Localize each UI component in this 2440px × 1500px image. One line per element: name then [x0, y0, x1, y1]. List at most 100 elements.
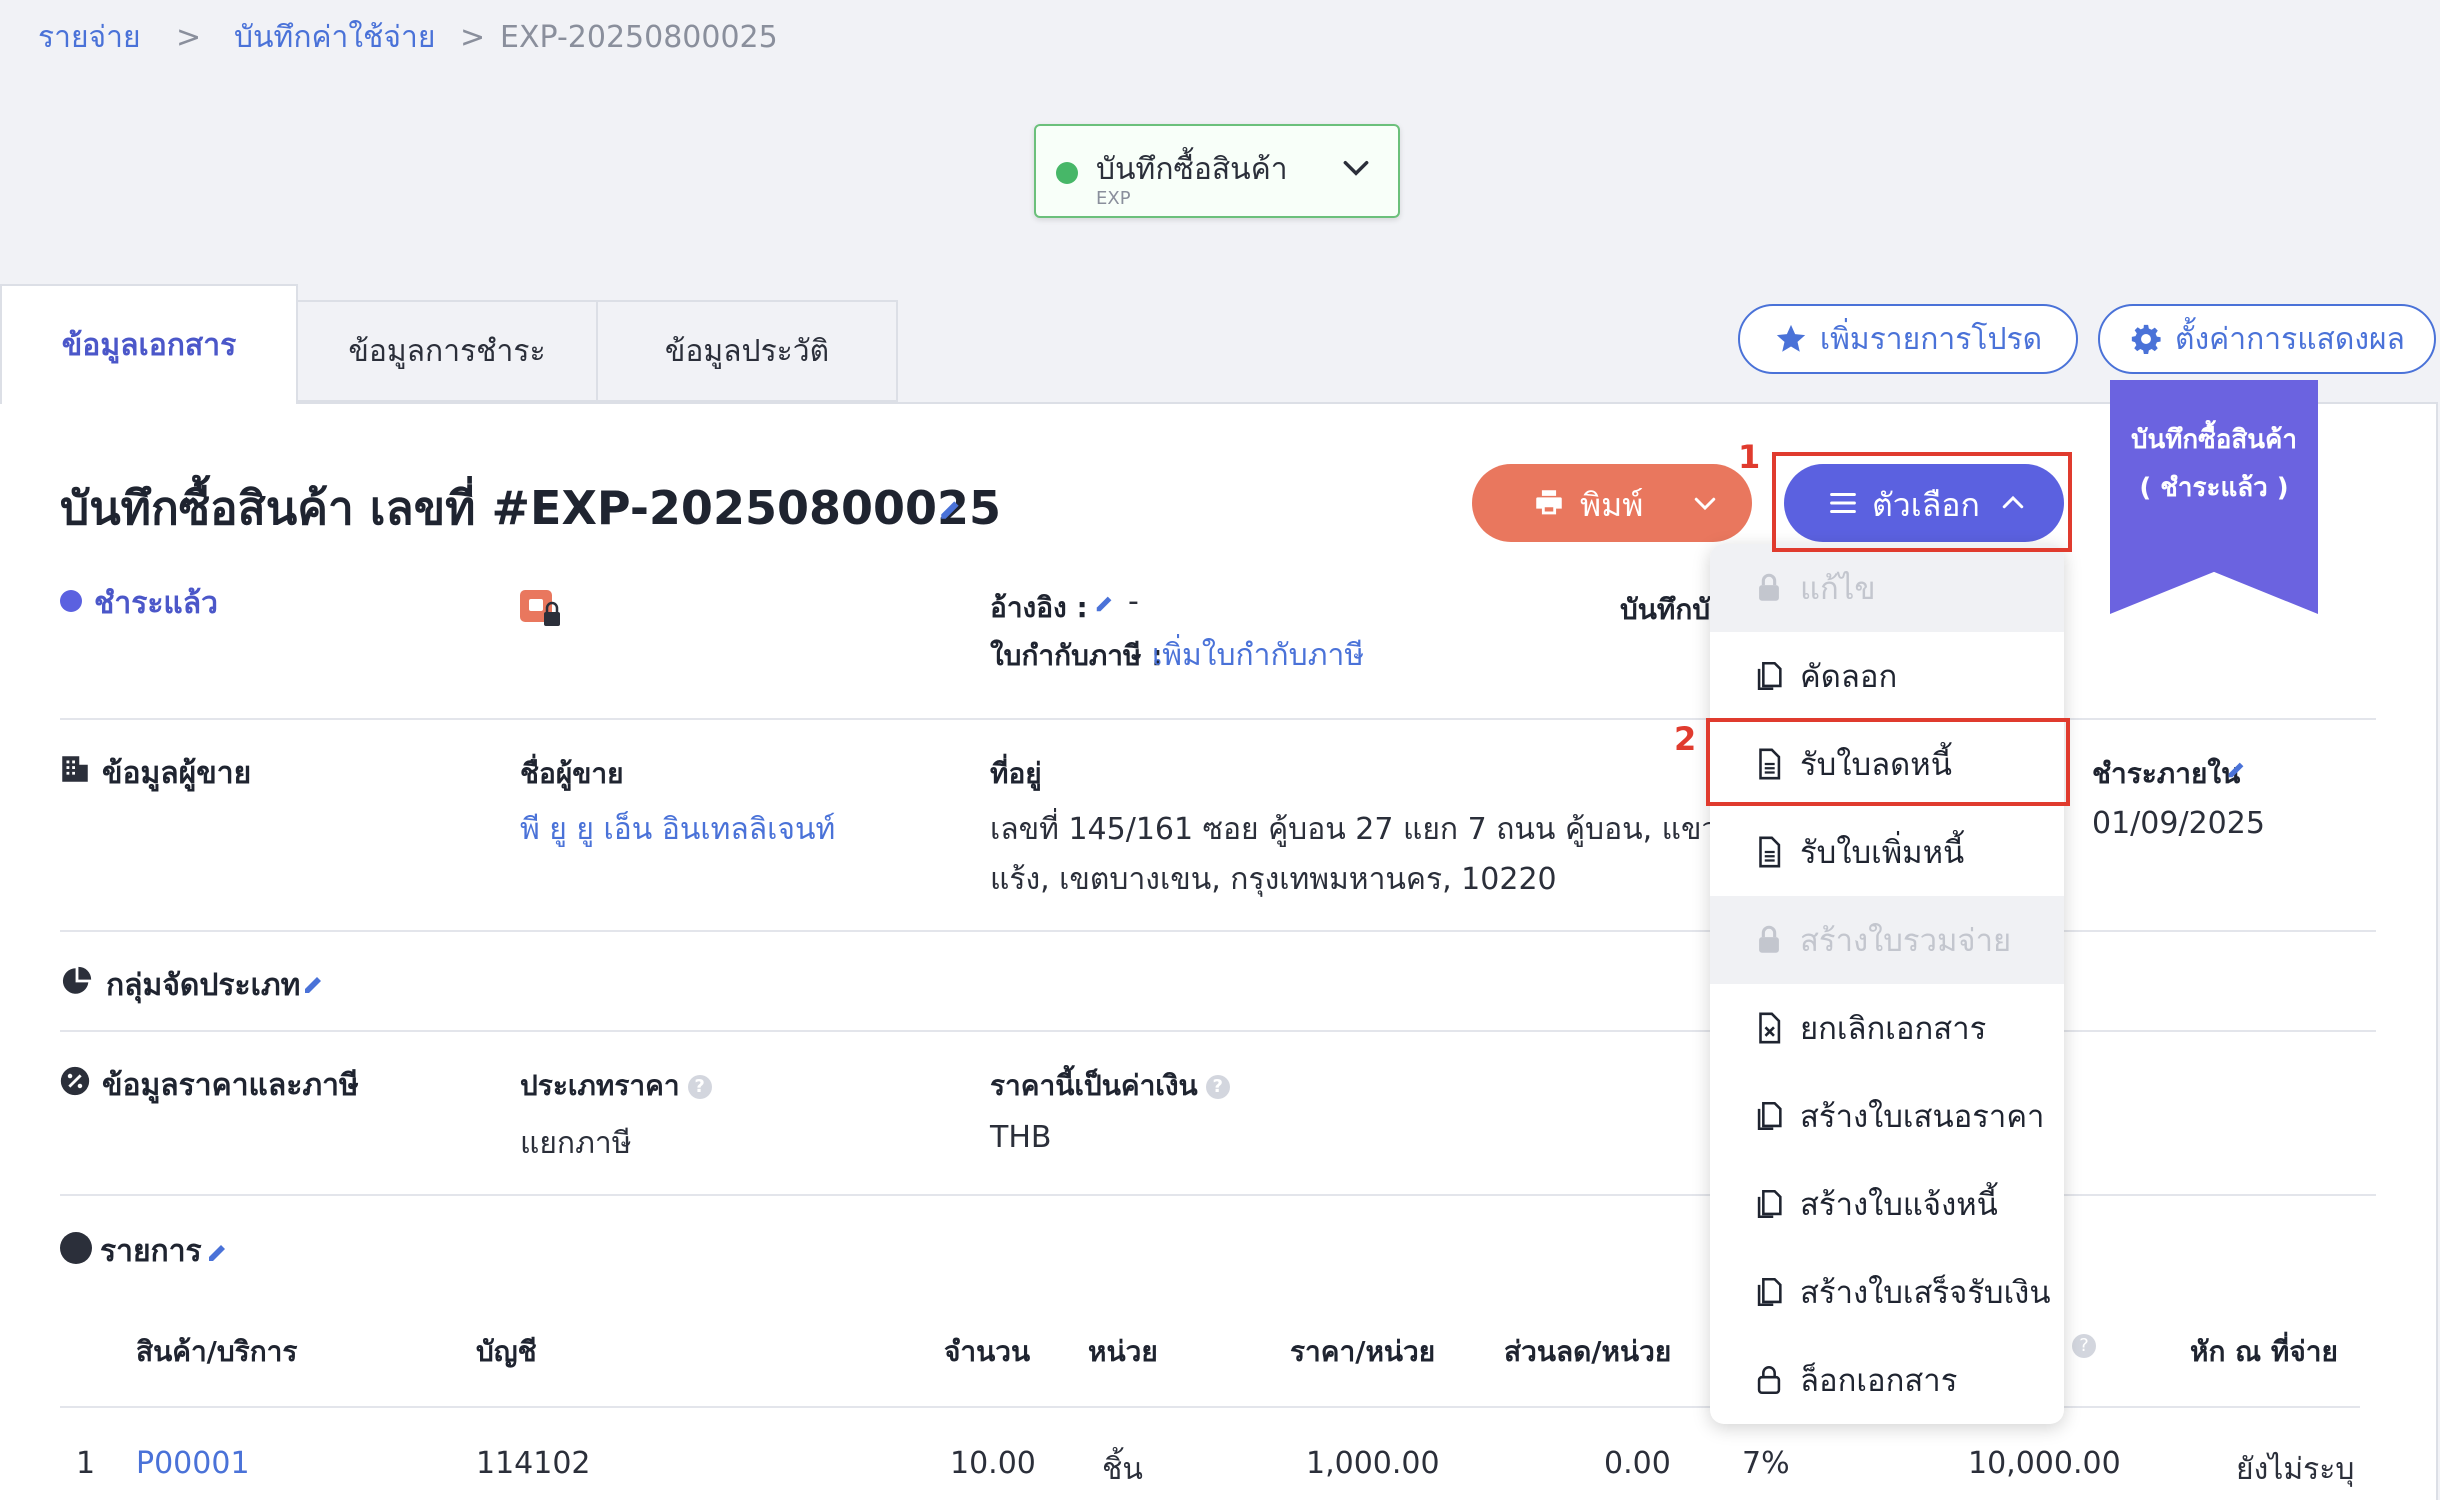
add-tax-invoice-link[interactable]: เพิ่มใบกำกับภาษี [1152, 632, 1364, 679]
ribbon-status: ( ชำระแล้ว ) [2139, 473, 2289, 503]
menu-item-create-receipt[interactable]: สร้างใบเสร็จรับเงิน [1710, 1248, 2064, 1336]
star-icon [1776, 324, 1806, 352]
address-label: ที่อยู่ [990, 757, 1042, 790]
help-icon[interactable]: ? [687, 1075, 712, 1099]
column-header-withholding-tax: หัก ณ ที่จ่าย [2190, 1335, 2338, 1368]
menu-item-lock-document[interactable]: ล็อกเอกสาร [1710, 1336, 2064, 1424]
price-type-value: แยกภาษี [520, 1126, 632, 1161]
unit-price-value: 1,000.00 [1306, 1446, 1440, 1481]
vendor-name-label: ชื่อผู้ขาย [520, 757, 624, 790]
tab-history-info[interactable]: ข้อมูลประวัติ [596, 300, 898, 402]
price-type-label: ประเภทราคา? [520, 1064, 712, 1108]
edit-pencil-icon[interactable] [2226, 758, 2248, 780]
ribbon-title: บันทึกซื้อสินค้า [2130, 425, 2298, 455]
tab-label: ข้อมูลเอกสาร [61, 327, 237, 363]
content-panel [0, 402, 2438, 1500]
display-settings-label: ตั้งค่าการแสดงผล [2175, 321, 2405, 357]
edit-pencil-icon[interactable] [206, 1240, 230, 1264]
add-favorite-label: เพิ่มรายการโปรด [1819, 321, 2043, 357]
document-type-code: EXP [1096, 188, 1131, 209]
printer-icon [1536, 490, 1562, 515]
vendor-name-link[interactable]: พี ยู ยู เอ็น อินเทลลิเจนท์ [520, 806, 835, 853]
annotation-box-credit-note [1706, 718, 2070, 806]
tax-invoice-label: ใบกำกับภาษี : [990, 639, 1163, 672]
column-header-quantity: จำนวน [944, 1335, 1031, 1368]
gear-icon [2131, 324, 2161, 355]
currency-label: ราคานี้เป็นค่าเงิน? [990, 1064, 1230, 1108]
copy-icon [1757, 1277, 1782, 1307]
chevron-down-icon[interactable] [1690, 488, 1720, 518]
reference-label: อ้างอิง : [990, 591, 1088, 624]
withholding-tax-value: ยังไม่ระบุ [2236, 1452, 2355, 1487]
help-icon[interactable]: ? [1205, 1075, 1230, 1099]
annotation-number-1: 1 [1738, 438, 1761, 476]
discount-value: 0.00 [1604, 1446, 1671, 1481]
percent-badge-icon [60, 1066, 90, 1096]
breadcrumb-separator: > [176, 20, 202, 55]
items-section-title: รายการ [100, 1234, 202, 1269]
column-header-account: บัญชี [476, 1335, 537, 1368]
vat-value: 7% [1742, 1446, 1790, 1481]
column-header-discount: ส่วนลด/หน่วย [1504, 1335, 1672, 1368]
cancel-document-icon [1759, 1012, 1781, 1044]
menu-item-create-invoice[interactable]: สร้างใบแจ้งหนี้ [1710, 1160, 2064, 1248]
copy-icon [1757, 1101, 1782, 1131]
column-header-product: สินค้า/บริการ [136, 1335, 298, 1368]
reference-value: - [1128, 584, 1139, 619]
lock-icon [1759, 925, 1779, 953]
annotation-box-options [1772, 452, 2072, 552]
quantity-value: 10.00 [950, 1446, 1036, 1481]
locked-document-icon [520, 590, 560, 626]
product-link[interactable]: P00001 [136, 1446, 250, 1481]
vendor-section-title: ข้อมูลผู้ขาย [102, 756, 252, 791]
display-settings-button[interactable]: ตั้งค่าการแสดงผล [2098, 304, 2436, 374]
tab-label: ข้อมูลประวัติ [664, 333, 830, 369]
tab-payment-info[interactable]: ข้อมูลการชำระ [296, 300, 598, 402]
row-number: 1 [76, 1446, 96, 1481]
breadcrumb-current: EXP-20250800025 [500, 20, 778, 55]
breadcrumb-separator: > [460, 20, 486, 55]
document-type-label: บันทึกซื้อสินค้า [1096, 152, 1288, 187]
print-button[interactable]: พิมพ์ [1472, 464, 1752, 542]
pricing-section-title: ข้อมูลราคาและภาษี [102, 1068, 359, 1103]
menu-item-receive-debit-note[interactable]: รับใบเพิ่มหนี้ [1710, 808, 2064, 896]
currency-value: THB [990, 1120, 1052, 1155]
copy-icon [1757, 1189, 1782, 1219]
due-date-value: 01/09/2025 [2092, 806, 2265, 841]
document-type-selector[interactable]: บันทึกซื้อสินค้า EXP [1034, 124, 1400, 218]
column-header-unit: หน่วย [1088, 1335, 1158, 1368]
payment-status: ชำระแล้ว [94, 586, 218, 621]
breadcrumb-item-expense-records[interactable]: บันทึกค่าใช้จ่าย [234, 18, 435, 58]
menu-item-cancel-document[interactable]: ยกเลิกเอกสาร [1710, 984, 2064, 1072]
pie-chart-icon [62, 966, 92, 994]
tab-document-info[interactable]: ข้อมูลเอกสาร [0, 284, 298, 404]
due-date-label: ชำระภายใน [2092, 757, 2241, 790]
building-icon [62, 756, 88, 782]
category-section-title: กลุ่มจัดประเภท [106, 968, 301, 1003]
help-icon[interactable]: ? [2072, 1334, 2096, 1358]
account-value: 114102 [476, 1446, 591, 1481]
menu-item-copy[interactable]: คัดลอก [1710, 632, 2064, 720]
menu-item-create-combined-payment: สร้างใบรวมจ่าย [1710, 896, 2064, 984]
address-line-2: แร้ง, เขตบางเขน, กรุงเทพมหานคร, 10220 [990, 862, 1557, 897]
chevron-down-icon [1343, 160, 1369, 176]
annotation-number-2: 2 [1674, 720, 1697, 758]
menu-item-edit: แก้ไข [1710, 544, 2064, 632]
copy-icon [1757, 661, 1782, 691]
amount-value: 10,000.00 [1968, 1446, 2121, 1481]
lock-outline-icon [1757, 1366, 1781, 1395]
status-dot [1056, 162, 1078, 184]
column-header-unit-price: ราคา/หน่วย [1290, 1335, 1436, 1368]
options-dropdown-menu: แก้ไข คัดลอก รับใบลดหนี้ รับใบเพิ่มหนี้ … [1710, 544, 2064, 1424]
edit-pencil-icon[interactable] [938, 496, 964, 522]
edit-pencil-icon[interactable] [1094, 592, 1116, 614]
edit-pencil-icon[interactable] [302, 972, 326, 996]
document-icon [1759, 836, 1781, 868]
menu-item-create-quotation[interactable]: สร้างใบเสนอราคา [1710, 1072, 2064, 1160]
address-line-1: เลขที่ 145/161 ซอย คู้บอน 27 แยก 7 ถนน ค… [990, 812, 1710, 847]
tab-label: ข้อมูลการชำระ [348, 333, 546, 369]
page-title: บันทึกซื้อสินค้า เลขที่ #EXP-20250800025 [60, 481, 1002, 535]
breadcrumb-item-expenses[interactable]: รายจ่าย [38, 18, 141, 58]
add-favorite-button[interactable]: เพิ่มรายการโปรด [1738, 304, 2078, 374]
items-icon [60, 1232, 92, 1264]
